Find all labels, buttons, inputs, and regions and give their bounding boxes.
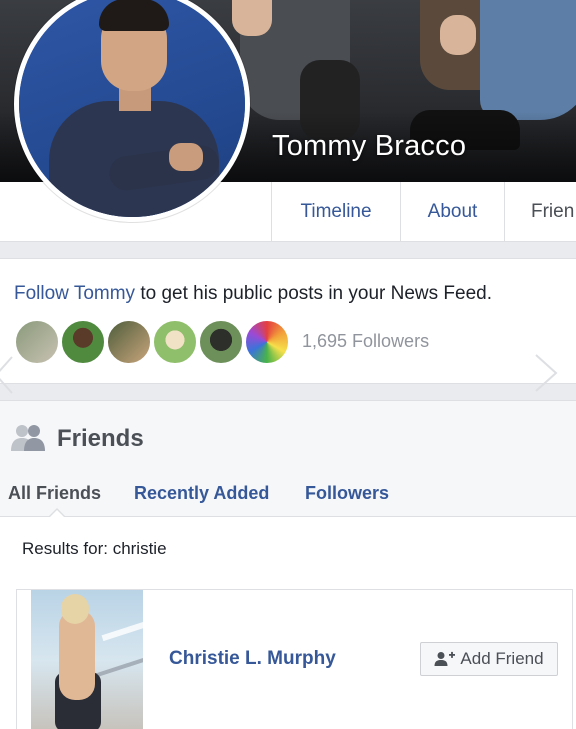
- friend-photo[interactable]: [31, 590, 143, 729]
- tab-all-friends[interactable]: All Friends: [8, 483, 101, 504]
- follow-prompt: Follow Tommy to get his public posts in …: [14, 283, 492, 305]
- follower-avatar[interactable]: [14, 319, 60, 365]
- followers-count[interactable]: 1,695 Followers: [302, 331, 429, 352]
- follower-avatar[interactable]: [106, 319, 152, 365]
- friends-title[interactable]: Friends: [57, 425, 144, 453]
- follower-avatar[interactable]: [244, 319, 290, 365]
- friends-icon: [11, 425, 45, 451]
- add-friend-button[interactable]: Add Friend: [420, 642, 558, 676]
- tab-about[interactable]: About: [400, 182, 504, 242]
- friends-header: Friends All Friends Recently Added Follo…: [0, 401, 576, 518]
- friend-card: Christie L. Murphy Add Friend: [16, 589, 573, 729]
- tab-friends[interactable]: Frien: [504, 182, 576, 242]
- tab-recently-added[interactable]: Recently Added: [134, 483, 269, 504]
- avatar: [19, 0, 245, 217]
- friend-name[interactable]: Christie L. Murphy: [169, 648, 336, 670]
- profile-picture[interactable]: [14, 0, 250, 222]
- search-results-label: Results for: christie: [22, 539, 167, 558]
- tab-followers[interactable]: Followers: [305, 483, 389, 504]
- follow-card: Follow Tommy to get his public posts in …: [0, 258, 576, 394]
- chevron-left-icon[interactable]: [0, 355, 14, 405]
- profile-name[interactable]: Tommy Bracco: [272, 130, 466, 163]
- tab-timeline[interactable]: Timeline: [271, 182, 400, 242]
- follower-avatar[interactable]: [60, 319, 106, 365]
- follow-prompt-text: to get his public posts in your News Fee…: [135, 283, 493, 304]
- chevron-right-icon[interactable]: [534, 353, 560, 403]
- add-friend-label: Add Friend: [460, 649, 544, 668]
- profile-page: Tommy Bracco Timeline About Frien Follow…: [0, 0, 576, 729]
- follower-avatar[interactable]: [152, 319, 198, 365]
- friends-section: Friends All Friends Recently Added Follo…: [0, 400, 576, 729]
- add-friend-icon: [434, 651, 456, 666]
- follower-avatar[interactable]: [198, 319, 244, 365]
- follow-link[interactable]: Follow Tommy: [14, 283, 135, 304]
